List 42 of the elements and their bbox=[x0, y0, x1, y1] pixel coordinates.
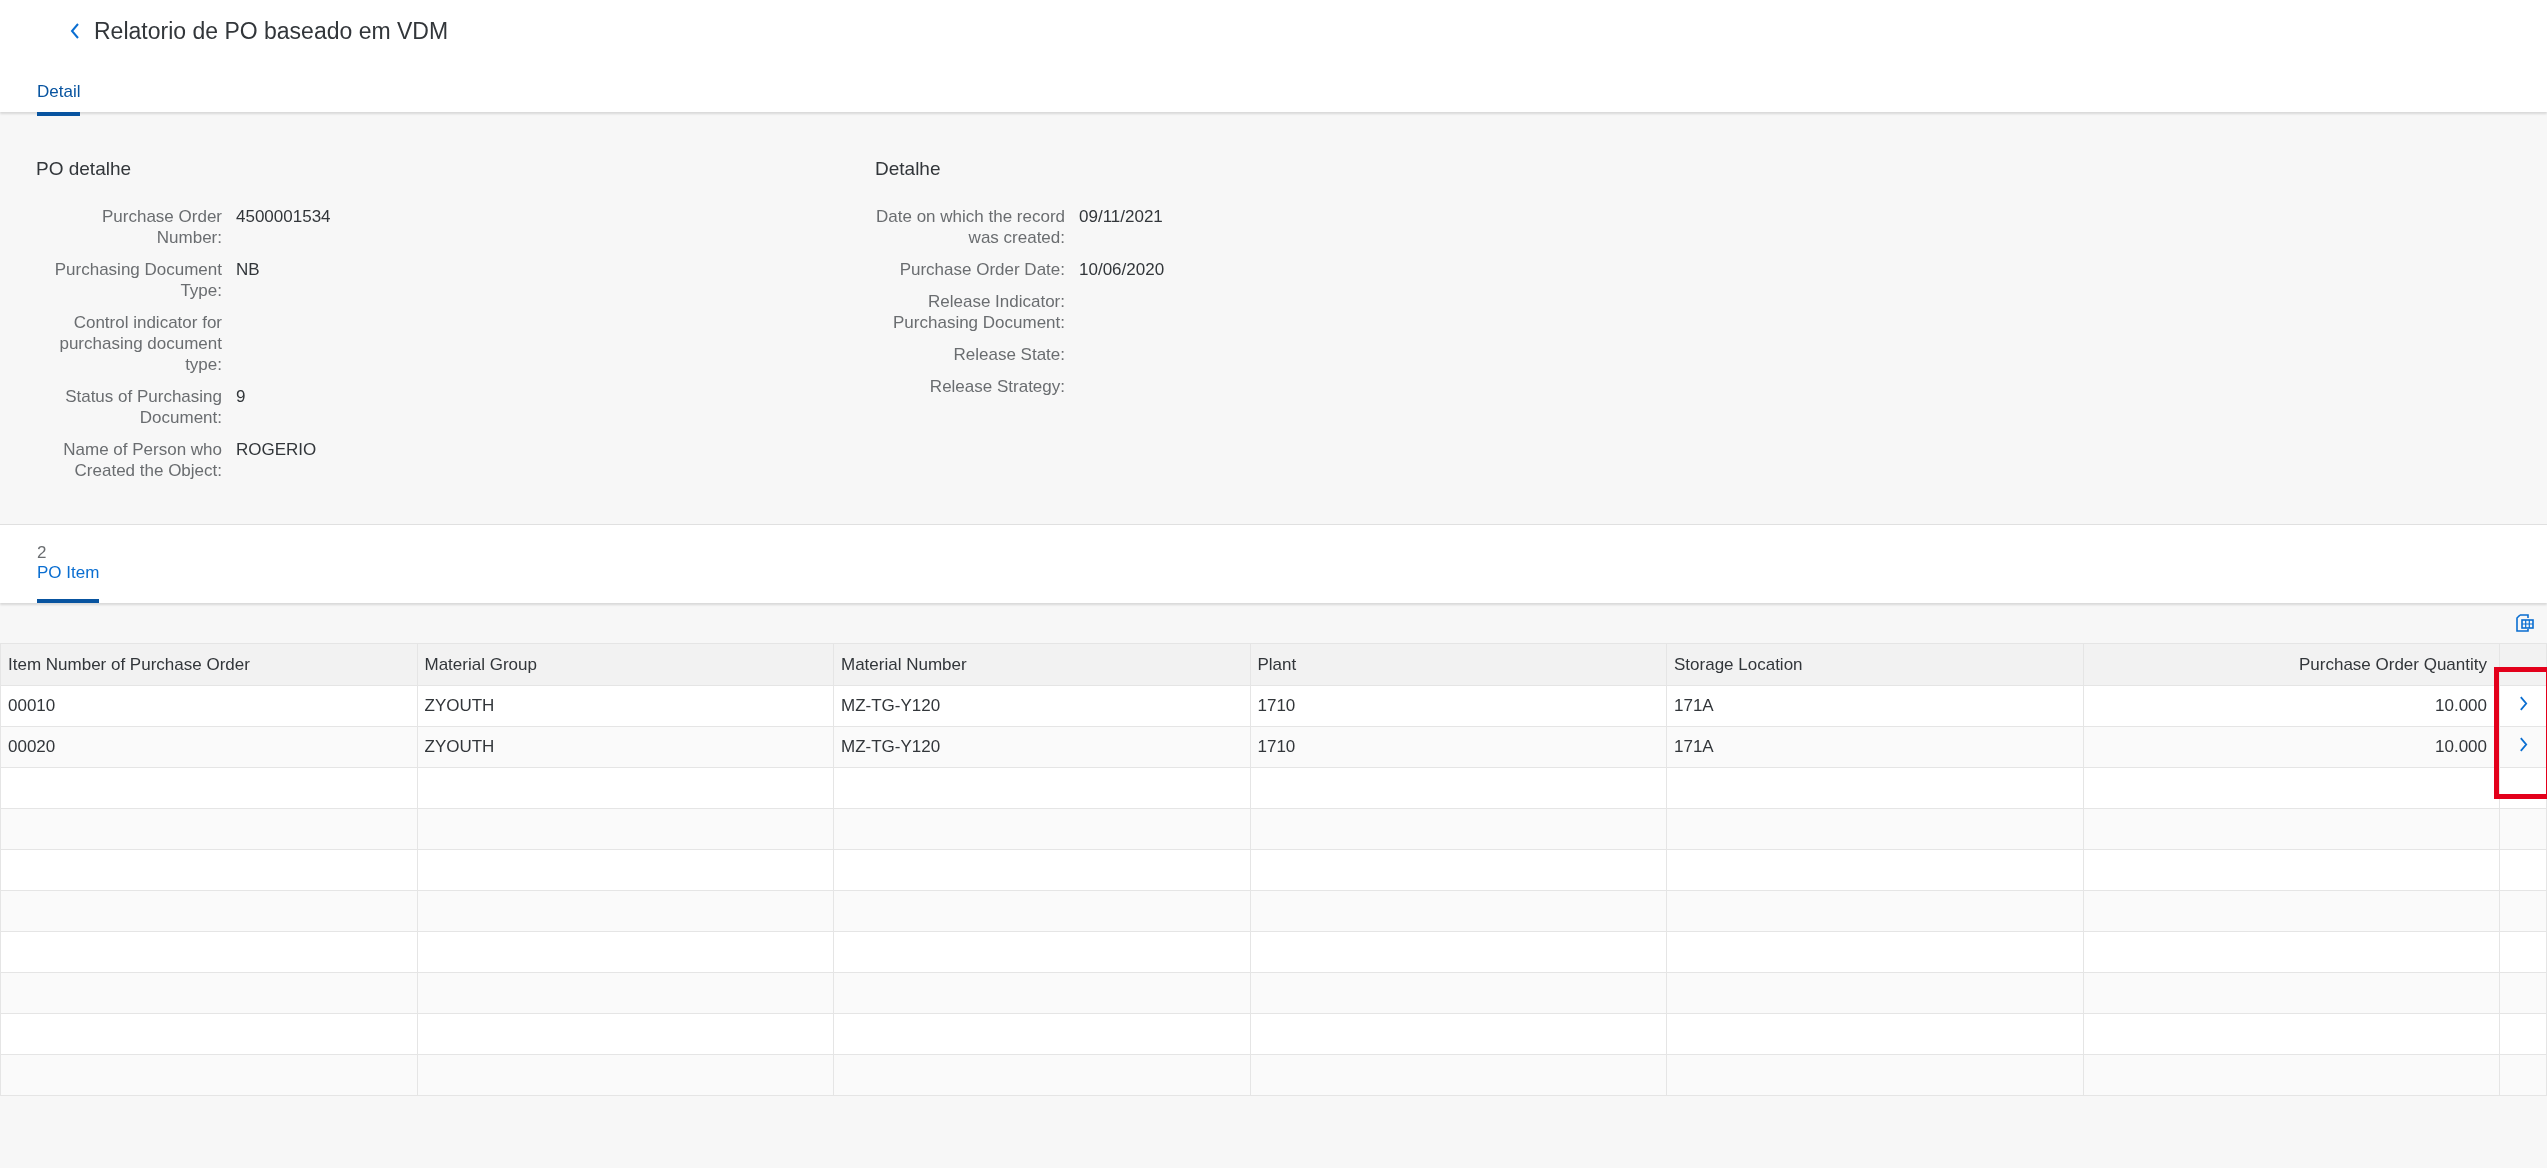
column-header[interactable]: Material Number bbox=[833, 643, 1250, 686]
field-value: 4500001534 bbox=[236, 206, 331, 228]
table-cell: 171A bbox=[1666, 726, 2083, 768]
field-label: Purchase Order Number: bbox=[101, 206, 222, 248]
column-header[interactable]: Item Number of Purchase Order bbox=[0, 643, 417, 686]
back-icon[interactable] bbox=[70, 23, 80, 39]
column-header[interactable]: Plant bbox=[1250, 643, 1667, 686]
field-value: NB bbox=[236, 259, 260, 281]
table-cell: MZ-TG-Y120 bbox=[833, 726, 1250, 768]
column-header[interactable]: Storage Location bbox=[1666, 643, 2083, 686]
table-cell: 00020 bbox=[0, 726, 417, 768]
field-value: ROGERIO bbox=[236, 439, 317, 461]
table-cell: MZ-TG-Y120 bbox=[833, 685, 1250, 727]
column-header[interactable]: Purchase Order Quantity bbox=[2083, 643, 2500, 686]
export-spreadsheet-icon[interactable] bbox=[2515, 613, 2535, 633]
field-label: Control indicator for purchasing document type: bbox=[58, 312, 222, 375]
tab[interactable]: 2 PO Item bbox=[37, 525, 100, 603]
field-value: 09/11/2021 bbox=[1079, 206, 1163, 228]
column-header[interactable]: Material Group bbox=[417, 643, 834, 686]
field-label: Release Indicator: Purchasing Document: bbox=[892, 291, 1065, 333]
field-label: Name of Person who Created the Object: bbox=[62, 439, 222, 481]
chevron-right-icon[interactable] bbox=[2518, 737, 2528, 752]
tab[interactable]: Detail bbox=[37, 82, 81, 116]
table-cell: 00010 bbox=[0, 685, 417, 727]
chevron-right-icon[interactable] bbox=[2518, 696, 2528, 711]
table-cell: 171A bbox=[1666, 685, 2083, 727]
field-label: Purchase Order Date: bbox=[898, 259, 1065, 280]
table-cell: 10.000 bbox=[2083, 685, 2500, 727]
section-title: Detalhe bbox=[875, 158, 942, 180]
field-label: Status of Purchasing Document: bbox=[64, 386, 222, 428]
section-title: PO detalhe bbox=[36, 158, 133, 180]
field-value: 10/06/2020 bbox=[1079, 259, 1165, 280]
field-label: Date on which the record was created: bbox=[875, 206, 1065, 248]
field-label: Release State: bbox=[952, 344, 1065, 365]
table-cell: 1710 bbox=[1250, 726, 1667, 768]
field-label: Release Strategy: bbox=[928, 376, 1065, 397]
table-cell: ZYOUTH bbox=[417, 685, 834, 727]
page-title: Relatorio de PO baseado em VDM bbox=[94, 17, 449, 45]
table-cell: 1710 bbox=[1250, 685, 1667, 727]
table-cell: ZYOUTH bbox=[417, 726, 834, 768]
field-value: 9 bbox=[236, 386, 246, 408]
field-label: Purchasing Document Type: bbox=[53, 259, 222, 301]
